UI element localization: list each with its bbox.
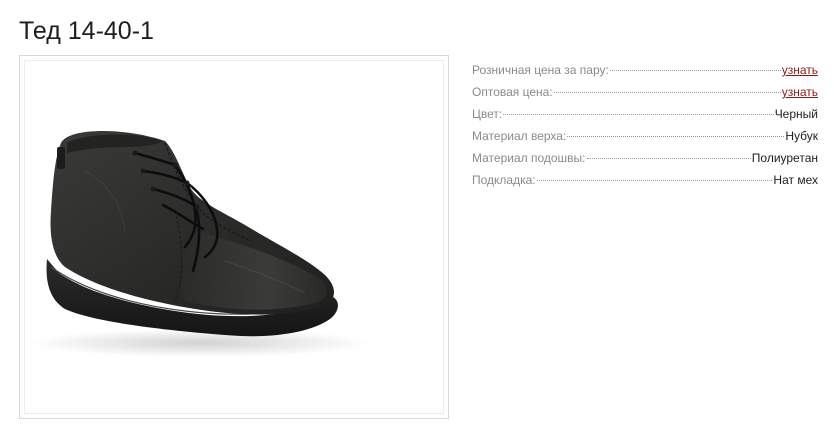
product-image-frame[interactable]: [19, 55, 449, 419]
spec-value: Полиуретан: [751, 151, 818, 165]
product-specs: Розничная цена за пару: узнать Оптовая ц…: [472, 59, 818, 191]
spec-label: Подкладка:: [472, 173, 536, 187]
spec-row-wholesale-price: Оптовая цена: узнать: [472, 81, 818, 103]
spec-row-retail-price: Розничная цена за пару: узнать: [472, 59, 818, 81]
spec-row-color: Цвет: Черный: [472, 103, 818, 125]
dotted-leader: [503, 114, 774, 115]
spec-label: Цвет:: [472, 107, 503, 121]
product-image[interactable]: [24, 60, 444, 414]
dotted-leader: [553, 92, 781, 93]
wholesale-price-link[interactable]: узнать: [782, 81, 818, 103]
spec-value: Нат мех: [773, 173, 818, 187]
spec-label: Материал верха:: [472, 129, 567, 143]
shoe-boot-image: [30, 131, 370, 357]
retail-price-link[interactable]: узнать: [782, 59, 818, 81]
spec-row-sole-material: Материал подошвы: Полиуретан: [472, 147, 818, 169]
spec-label: Розничная цена за пару:: [472, 63, 609, 77]
dotted-leader: [536, 180, 773, 181]
dotted-leader: [586, 158, 751, 159]
spec-value: Нубук: [785, 129, 818, 143]
spec-label: Материал подошвы:: [472, 151, 586, 165]
spec-row-upper-material: Материал верха: Нубук: [472, 125, 818, 147]
spec-label: Оптовая цена:: [472, 85, 553, 99]
dotted-leader: [609, 70, 781, 71]
spec-row-lining: Подкладка: Нат мех: [472, 169, 818, 191]
dotted-leader: [567, 136, 785, 137]
page-title: Тед 14-40-1: [19, 17, 154, 45]
spec-value: Черный: [774, 107, 818, 121]
